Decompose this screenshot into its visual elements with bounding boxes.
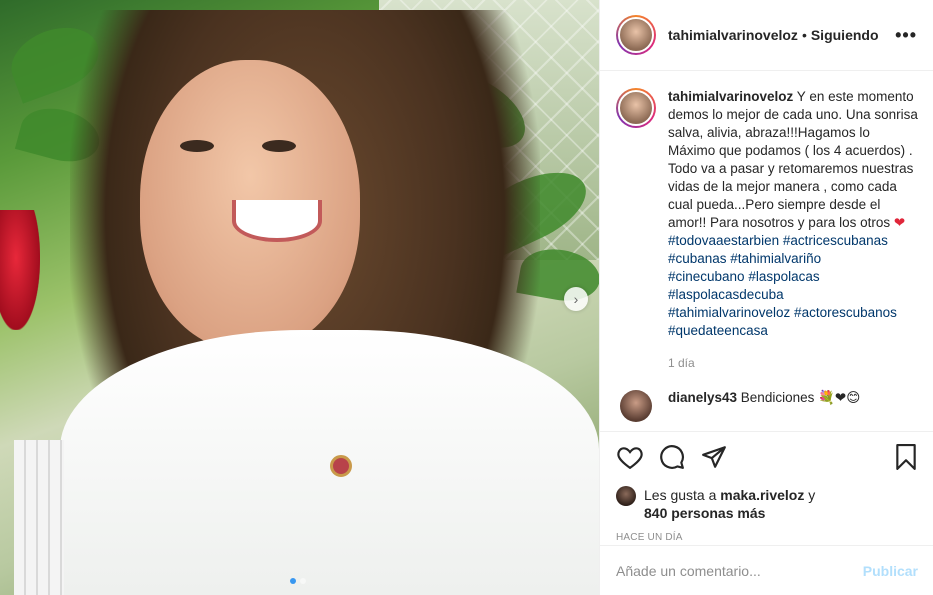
separator-dot: • xyxy=(801,27,807,43)
carousel-dot xyxy=(300,578,306,584)
comment-text: Bendiciones 💐❤😊 xyxy=(737,390,861,405)
heart-emoji: ❤ xyxy=(893,215,906,230)
commenter-username[interactable]: dianelys43 xyxy=(668,390,737,405)
carousel-dot-active xyxy=(290,578,296,584)
share-button[interactable] xyxy=(700,443,728,471)
likes-count[interactable]: 840 personas más xyxy=(644,505,765,521)
post-header: tahimialvarinoveloz • Siguiendo ••• xyxy=(600,0,933,71)
caption-avatar[interactable] xyxy=(616,88,656,128)
bench xyxy=(14,440,64,595)
caption-time[interactable]: 1 día xyxy=(668,354,918,372)
hashtag-line[interactable]: #laspolacasdecuba xyxy=(668,286,918,304)
like-button[interactable] xyxy=(616,443,644,471)
heart-icon xyxy=(617,447,643,469)
necklace xyxy=(330,455,352,477)
caption-username[interactable]: tahimialvarinoveloz xyxy=(668,89,793,104)
post-time-ago[interactable]: HACE UN DÍA xyxy=(616,532,920,543)
author-avatar[interactable] xyxy=(616,15,656,55)
next-image-button[interactable]: › xyxy=(564,287,588,311)
share-icon xyxy=(702,446,726,468)
comment-icon xyxy=(660,445,684,469)
hashtag-line[interactable]: #tahimialvarinoveloz #actorescubanos xyxy=(668,304,918,322)
bookmark-icon xyxy=(896,444,916,470)
commenter-avatar[interactable] xyxy=(620,390,652,422)
red-flower xyxy=(0,210,40,330)
follow-status-button[interactable]: Siguiendo xyxy=(811,27,879,43)
more-options-icon[interactable]: ••• xyxy=(895,25,917,46)
likes-prefix: Les gusta a xyxy=(644,487,721,503)
comment-input[interactable]: Añade un comentario... xyxy=(616,563,863,579)
post-actions: Les gusta a maka.riveloz y 840 personas … xyxy=(600,431,933,543)
hashtag-line[interactable]: #todovaaestarbien #actricescubanas xyxy=(668,232,918,250)
hashtag-line[interactable]: #cinecubano #laspolacas xyxy=(668,268,918,286)
post-photo[interactable] xyxy=(0,0,599,595)
liker-avatar[interactable] xyxy=(616,486,636,506)
publish-button[interactable]: Publicar xyxy=(863,563,918,579)
likes-summary: Les gusta a maka.riveloz y 840 personas … xyxy=(616,486,920,522)
caption: tahimialvarinoveloz Y en este momento de… xyxy=(616,88,918,372)
comment-button[interactable] xyxy=(658,443,686,471)
post-side-panel: tahimialvarinoveloz • Siguiendo ••• tahi… xyxy=(599,0,933,595)
caption-text: Y en este momento demos lo mejor de cada… xyxy=(668,89,918,230)
comments-section[interactable]: tahimialvarinoveloz Y en este momento de… xyxy=(600,72,933,430)
hashtag-line[interactable]: #cubanas #tahimialvariño xyxy=(668,250,918,268)
eye-left xyxy=(180,140,214,152)
likes-and: y xyxy=(804,487,816,503)
hashtag-line[interactable]: #quedateencasa xyxy=(668,322,918,340)
author-username[interactable]: tahimialvarinoveloz xyxy=(668,27,798,43)
carousel-dots xyxy=(290,578,306,584)
save-button[interactable] xyxy=(892,443,920,471)
comment-item: dianelys43 Bendiciones 💐❤😊 xyxy=(616,390,918,422)
add-comment-bar: Añade un comentario... Publicar xyxy=(600,545,933,595)
chevron-right-icon: › xyxy=(573,291,579,307)
eye-right xyxy=(262,140,296,152)
liker-username[interactable]: maka.riveloz xyxy=(720,487,804,503)
smile xyxy=(232,200,322,242)
